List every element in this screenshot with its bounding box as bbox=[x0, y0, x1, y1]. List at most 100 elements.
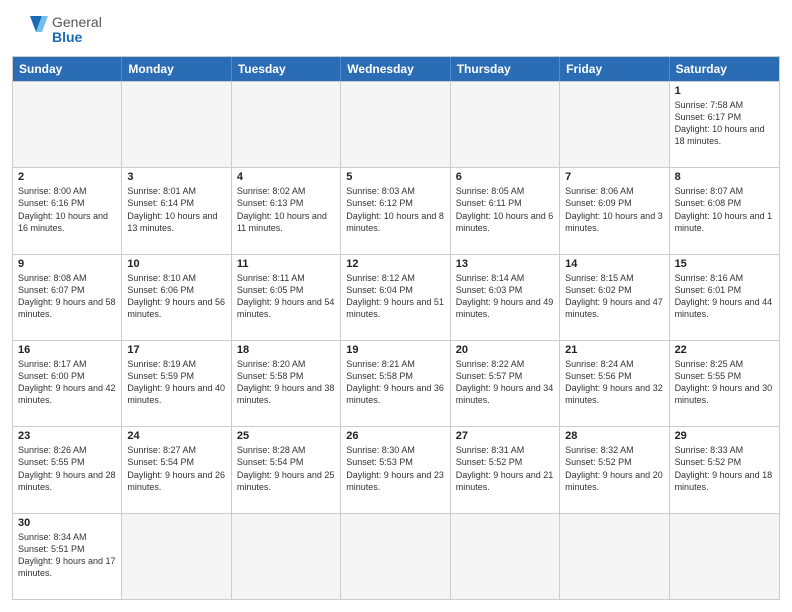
day-info-28: Sunrise: 8:32 AM Sunset: 5:52 PM Dayligh… bbox=[565, 444, 663, 493]
day-number-29: 29 bbox=[675, 430, 774, 442]
day-info-24: Sunrise: 8:27 AM Sunset: 5:54 PM Dayligh… bbox=[127, 444, 225, 493]
day-info-11: Sunrise: 8:11 AM Sunset: 6:05 PM Dayligh… bbox=[237, 272, 335, 321]
day-number-21: 21 bbox=[565, 344, 663, 356]
day-number-13: 13 bbox=[456, 258, 554, 270]
empty-cell-0-3 bbox=[341, 82, 450, 167]
day-cell-2: 2 Sunrise: 8:00 AM Sunset: 6:16 PM Daylig… bbox=[13, 168, 122, 253]
week-row-6: 30Sunrise: 8:34 AM Sunset: 5:51 PM Dayli… bbox=[13, 513, 779, 599]
day-info-2: Sunrise: 8:00 AM Sunset: 6:16 PM Dayligh… bbox=[18, 185, 116, 234]
day-info-17: Sunrise: 8:19 AM Sunset: 5:59 PM Dayligh… bbox=[127, 358, 225, 407]
logo: General Blue bbox=[12, 12, 102, 48]
empty-cell-5-6 bbox=[670, 514, 779, 599]
header-day-thursday: Thursday bbox=[451, 57, 560, 81]
day-info-27: Sunrise: 8:31 AM Sunset: 5:52 PM Dayligh… bbox=[456, 444, 554, 493]
day-number-20: 20 bbox=[456, 344, 554, 356]
day-cell-15: 15Sunrise: 8:16 AM Sunset: 6:01 PM Dayli… bbox=[670, 255, 779, 340]
day-info-15: Sunrise: 8:16 AM Sunset: 6:01 PM Dayligh… bbox=[675, 272, 774, 321]
logo-text: General Blue bbox=[52, 15, 102, 46]
day-info-26: Sunrise: 8:30 AM Sunset: 5:53 PM Dayligh… bbox=[346, 444, 444, 493]
day-cell-4: 4 Sunrise: 8:02 AM Sunset: 6:13 PM Daylig… bbox=[232, 168, 341, 253]
week-row-4: 16 Sunrise: 8:17 AM Sunset: 6:00 PM Dayli… bbox=[13, 340, 779, 426]
logo-svg: General Blue bbox=[12, 12, 102, 48]
day-cell-26: 26 Sunrise: 8:30 AM Sunset: 5:53 PM Dayli… bbox=[341, 427, 450, 512]
day-info-18: Sunrise: 8:20 AM Sunset: 5:58 PM Dayligh… bbox=[237, 358, 335, 407]
calendar: SundayMondayTuesdayWednesdayThursdayFrid… bbox=[12, 56, 780, 600]
page: General Blue SundayMondayTuesdayWednesda… bbox=[0, 0, 792, 612]
logo-mark-icon bbox=[12, 12, 48, 48]
day-info-20: Sunrise: 8:22 AM Sunset: 5:57 PM Dayligh… bbox=[456, 358, 554, 407]
day-cell-5: 5Sunrise: 8:03 AM Sunset: 6:12 PM Daylig… bbox=[341, 168, 450, 253]
header: General Blue bbox=[12, 12, 780, 48]
day-number-23: 23 bbox=[18, 430, 116, 442]
day-info-4: Sunrise: 8:02 AM Sunset: 6:13 PM Dayligh… bbox=[237, 185, 335, 234]
day-number-22: 22 bbox=[675, 344, 774, 356]
day-number-14: 14 bbox=[565, 258, 663, 270]
day-cell-13: 13 Sunrise: 8:14 AM Sunset: 6:03 PM Dayli… bbox=[451, 255, 560, 340]
empty-cell-0-4 bbox=[451, 82, 560, 167]
day-info-30: Sunrise: 8:34 AM Sunset: 5:51 PM Dayligh… bbox=[18, 531, 116, 580]
day-cell-19: 19Sunrise: 8:21 AM Sunset: 5:58 PM Dayli… bbox=[341, 341, 450, 426]
day-info-7: Sunrise: 8:06 AM Sunset: 6:09 PM Dayligh… bbox=[565, 185, 663, 234]
day-cell-16: 16 Sunrise: 8:17 AM Sunset: 6:00 PM Dayli… bbox=[13, 341, 122, 426]
day-info-12: Sunrise: 8:12 AM Sunset: 6:04 PM Dayligh… bbox=[346, 272, 444, 321]
header-day-sunday: Sunday bbox=[13, 57, 122, 81]
header-day-friday: Friday bbox=[560, 57, 669, 81]
day-number-1: 1 bbox=[675, 85, 774, 97]
day-cell-8: 8Sunrise: 8:07 AM Sunset: 6:08 PM Daylig… bbox=[670, 168, 779, 253]
day-info-23: Sunrise: 8:26 AM Sunset: 5:55 PM Dayligh… bbox=[18, 444, 116, 493]
day-cell-23: 23 Sunrise: 8:26 AM Sunset: 5:55 PM Dayli… bbox=[13, 427, 122, 512]
day-number-24: 24 bbox=[127, 430, 225, 442]
header-day-tuesday: Tuesday bbox=[232, 57, 341, 81]
day-number-16: 16 bbox=[18, 344, 116, 356]
day-number-8: 8 bbox=[675, 171, 774, 183]
day-number-10: 10 bbox=[127, 258, 225, 270]
day-info-3: Sunrise: 8:01 AM Sunset: 6:14 PM Dayligh… bbox=[127, 185, 225, 234]
day-number-26: 26 bbox=[346, 430, 444, 442]
day-info-5: Sunrise: 8:03 AM Sunset: 6:12 PM Dayligh… bbox=[346, 185, 444, 234]
day-number-18: 18 bbox=[237, 344, 335, 356]
day-number-4: 4 bbox=[237, 171, 335, 183]
empty-cell-0-1 bbox=[122, 82, 231, 167]
day-cell-9: 9 Sunrise: 8:08 AM Sunset: 6:07 PM Daylig… bbox=[13, 255, 122, 340]
day-info-13: Sunrise: 8:14 AM Sunset: 6:03 PM Dayligh… bbox=[456, 272, 554, 321]
empty-cell-5-1 bbox=[122, 514, 231, 599]
day-number-11: 11 bbox=[237, 258, 335, 270]
calendar-body: 1 Sunrise: 7:58 AM Sunset: 6:17 PM Daylig… bbox=[13, 81, 779, 599]
day-number-6: 6 bbox=[456, 171, 554, 183]
day-number-2: 2 bbox=[18, 171, 116, 183]
day-cell-7: 7Sunrise: 8:06 AM Sunset: 6:09 PM Daylig… bbox=[560, 168, 669, 253]
empty-cell-5-3 bbox=[341, 514, 450, 599]
day-number-25: 25 bbox=[237, 430, 335, 442]
week-row-1: 1 Sunrise: 7:58 AM Sunset: 6:17 PM Daylig… bbox=[13, 81, 779, 167]
day-number-9: 9 bbox=[18, 258, 116, 270]
day-number-28: 28 bbox=[565, 430, 663, 442]
day-info-16: Sunrise: 8:17 AM Sunset: 6:00 PM Dayligh… bbox=[18, 358, 116, 407]
empty-cell-5-5 bbox=[560, 514, 669, 599]
empty-cell-5-2 bbox=[232, 514, 341, 599]
empty-cell-5-4 bbox=[451, 514, 560, 599]
empty-cell-0-0 bbox=[13, 82, 122, 167]
day-cell-30: 30Sunrise: 8:34 AM Sunset: 5:51 PM Dayli… bbox=[13, 514, 122, 599]
day-info-29: Sunrise: 8:33 AM Sunset: 5:52 PM Dayligh… bbox=[675, 444, 774, 493]
day-cell-14: 14 Sunrise: 8:15 AM Sunset: 6:02 PM Dayli… bbox=[560, 255, 669, 340]
day-cell-12: 12 Sunrise: 8:12 AM Sunset: 6:04 PM Dayli… bbox=[341, 255, 450, 340]
day-cell-25: 25Sunrise: 8:28 AM Sunset: 5:54 PM Dayli… bbox=[232, 427, 341, 512]
day-info-6: Sunrise: 8:05 AM Sunset: 6:11 PM Dayligh… bbox=[456, 185, 554, 234]
week-row-5: 23 Sunrise: 8:26 AM Sunset: 5:55 PM Dayli… bbox=[13, 426, 779, 512]
day-number-27: 27 bbox=[456, 430, 554, 442]
empty-cell-0-2 bbox=[232, 82, 341, 167]
header-day-saturday: Saturday bbox=[670, 57, 779, 81]
day-cell-21: 21Sunrise: 8:24 AM Sunset: 5:56 PM Dayli… bbox=[560, 341, 669, 426]
day-number-3: 3 bbox=[127, 171, 225, 183]
week-row-2: 2 Sunrise: 8:00 AM Sunset: 6:16 PM Daylig… bbox=[13, 167, 779, 253]
day-cell-11: 11 Sunrise: 8:11 AM Sunset: 6:05 PM Dayli… bbox=[232, 255, 341, 340]
day-info-14: Sunrise: 8:15 AM Sunset: 6:02 PM Dayligh… bbox=[565, 272, 663, 321]
header-day-monday: Monday bbox=[122, 57, 231, 81]
day-info-1: Sunrise: 7:58 AM Sunset: 6:17 PM Dayligh… bbox=[675, 99, 774, 148]
day-number-12: 12 bbox=[346, 258, 444, 270]
day-cell-10: 10Sunrise: 8:10 AM Sunset: 6:06 PM Dayli… bbox=[122, 255, 231, 340]
day-info-9: Sunrise: 8:08 AM Sunset: 6:07 PM Dayligh… bbox=[18, 272, 116, 321]
day-cell-18: 18 Sunrise: 8:20 AM Sunset: 5:58 PM Dayli… bbox=[232, 341, 341, 426]
day-cell-1: 1 Sunrise: 7:58 AM Sunset: 6:17 PM Daylig… bbox=[670, 82, 779, 167]
day-cell-29: 29 Sunrise: 8:33 AM Sunset: 5:52 PM Dayli… bbox=[670, 427, 779, 512]
